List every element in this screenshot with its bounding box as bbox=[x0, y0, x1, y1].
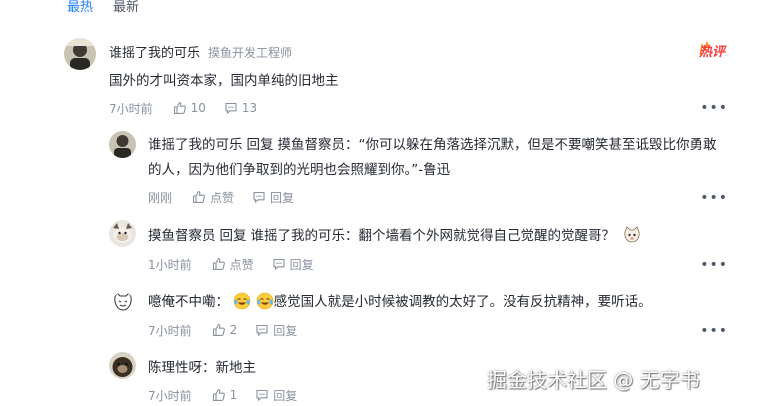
reply-button[interactable]: 回复 bbox=[272, 256, 314, 273]
thumb-up-icon bbox=[212, 388, 225, 401]
avatar[interactable] bbox=[113, 292, 133, 312]
thumb-up-icon bbox=[173, 101, 186, 114]
avatar[interactable] bbox=[109, 352, 136, 379]
hot-comment-badge: 热评 bbox=[697, 41, 737, 60]
reply-text: ：翻个墙看个外网就觉得自己觉醒的觉醒哥？ bbox=[345, 228, 615, 244]
comment-bubble-icon bbox=[256, 389, 268, 402]
like-label: 点赞 bbox=[229, 257, 254, 272]
reply-word: 回复 bbox=[219, 228, 247, 244]
avatar[interactable] bbox=[109, 220, 136, 247]
avatar[interactable] bbox=[109, 131, 136, 158]
laugh-cry-emoji-icon bbox=[256, 292, 273, 310]
like-label: 点赞 bbox=[210, 190, 235, 205]
hot-badge-label: 热评 bbox=[699, 45, 726, 60]
username[interactable]: 摸鱼督察员 bbox=[148, 228, 216, 244]
like-button[interactable]: 10 bbox=[173, 101, 206, 115]
reply-label: 回复 bbox=[270, 190, 295, 205]
comment-bubble-icon bbox=[273, 258, 285, 271]
like-count: 1 bbox=[229, 388, 238, 402]
reply-button[interactable]: 回复 bbox=[252, 189, 294, 206]
like-count: 10 bbox=[190, 101, 206, 115]
reply-text: 感觉国人就是小时候被调教的太好了。没有反抗精神，要听话。 bbox=[273, 294, 652, 310]
laugh-cry-emoji-icon bbox=[233, 292, 251, 310]
thumb-up-icon bbox=[212, 323, 225, 336]
reply-label: 回复 bbox=[273, 323, 298, 338]
like-button[interactable]: 2 bbox=[212, 323, 238, 337]
avatar[interactable] bbox=[64, 38, 96, 70]
more-dots-icon[interactable]: ••• bbox=[700, 323, 728, 339]
user-job-title: 摸鱼开发工程师 bbox=[208, 46, 293, 60]
comment-time: 7小时前 bbox=[109, 101, 153, 116]
comment-text: 国外的才叫资本家，国内单纯的旧地主 bbox=[109, 73, 339, 89]
reply-text: ：“你可以躲在角落选择沉默，但是不要嘲笑甚至诋毁比你勇敢 bbox=[345, 137, 717, 153]
reply-word: 回复 bbox=[246, 137, 274, 153]
username[interactable]: 谁摇了我的可乐 bbox=[148, 137, 243, 153]
reply-time: 1小时前 bbox=[148, 257, 192, 272]
like-button[interactable]: 点赞 bbox=[192, 189, 234, 206]
cat-emoji-icon bbox=[624, 226, 640, 243]
tab-hot[interactable]: 最热 bbox=[67, 0, 93, 16]
reply-button[interactable]: 回复 bbox=[255, 322, 297, 339]
comment-bubble-icon bbox=[253, 191, 265, 204]
more-dots-icon[interactable]: ••• bbox=[700, 190, 728, 206]
tab-latest[interactable]: 最新 bbox=[113, 0, 139, 16]
reply-time: 7小时前 bbox=[148, 323, 192, 338]
like-button[interactable]: 1 bbox=[212, 388, 238, 402]
username[interactable]: 陈理性呀 bbox=[148, 360, 202, 376]
more-dots-icon[interactable]: ••• bbox=[700, 257, 728, 273]
reply-time: 刚刚 bbox=[148, 190, 173, 205]
reply-target-user[interactable]: 摸鱼督察员 bbox=[278, 137, 346, 153]
comment-button[interactable]: 13 bbox=[224, 101, 257, 115]
comment-bubble-icon bbox=[225, 102, 237, 115]
sort-tabs: 最热 最新 bbox=[67, 0, 139, 16]
thumb-up-icon bbox=[192, 190, 205, 203]
reply-label: 回复 bbox=[273, 388, 298, 403]
reply-target-user[interactable]: 谁摇了我的可乐 bbox=[251, 228, 346, 244]
like-count: 2 bbox=[229, 323, 238, 337]
reply-button[interactable]: 回复 bbox=[255, 387, 297, 404]
comment-bubble-icon bbox=[256, 324, 268, 337]
reply-text: ：新地主 bbox=[202, 360, 256, 376]
comment-count: 13 bbox=[241, 101, 258, 115]
reply-text: 的人，因为他们争取到的光明也会照耀到你。”-鲁迅 bbox=[148, 162, 451, 178]
watermark: 掘金技术社区 @ 无字书 bbox=[487, 368, 700, 392]
colon: ： bbox=[215, 294, 230, 310]
more-dots-icon[interactable]: ••• bbox=[700, 100, 728, 116]
username[interactable]: 噫俺不中嘞 bbox=[148, 294, 216, 310]
username[interactable]: 谁摇了我的可乐 bbox=[109, 46, 200, 61]
reply-time: 7小时前 bbox=[148, 388, 192, 403]
reply-label: 回复 bbox=[289, 257, 314, 272]
thumb-up-icon bbox=[212, 257, 225, 270]
like-button[interactable]: 点赞 bbox=[212, 256, 254, 273]
